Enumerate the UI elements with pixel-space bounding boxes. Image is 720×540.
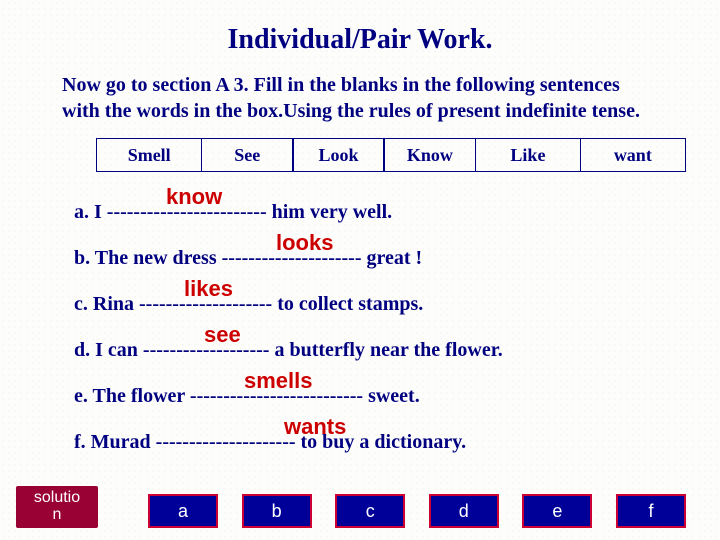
answer-e: smells	[244, 368, 313, 394]
word-look: Look	[292, 138, 385, 172]
answer-f: wants	[284, 414, 346, 440]
sentence-b-text: b. The new dress --------------------- g…	[74, 247, 422, 270]
word-know: Know	[383, 138, 476, 172]
solution-button[interactable]: solutio n	[16, 486, 98, 528]
word-like: Like	[475, 138, 581, 172]
word-see: See	[201, 138, 294, 172]
word-smell: Smell	[96, 138, 202, 172]
sentence-b: b. The new dress --------------------- g…	[74, 228, 682, 274]
answer-button-f[interactable]: f	[616, 494, 686, 528]
sentence-c-text: c. Rina -------------------- to collect …	[74, 293, 423, 316]
sentence-a: a. I ------------------------ him very w…	[74, 182, 682, 228]
answer-b: looks	[276, 230, 333, 256]
answer-a: know	[166, 184, 222, 210]
solution-button-label: solutio n	[34, 490, 80, 524]
sentence-d: d. I can ------------------- a butterfly…	[74, 320, 682, 366]
sentence-d-text: d. I can ------------------- a butterfly…	[74, 339, 503, 362]
answer-button-e[interactable]: e	[522, 494, 592, 528]
sentence-f-text: f. Murad --------------------- to buy a …	[74, 431, 466, 454]
sentence-f: f. Murad --------------------- to buy a …	[74, 412, 682, 458]
sentence-c: c. Rina -------------------- to collect …	[74, 274, 682, 320]
answer-d: see	[204, 322, 241, 348]
page-title: Individual/Pair Work.	[0, 0, 720, 72]
answer-c: likes	[184, 276, 233, 302]
sentence-list: a. I ------------------------ him very w…	[74, 182, 682, 458]
instructions-text: Now go to section A 3. Fill in the blank…	[0, 72, 720, 138]
word-want: want	[580, 138, 686, 172]
answer-button-row: a b c d e f	[148, 494, 686, 528]
sentence-a-text: a. I ------------------------ him very w…	[74, 201, 392, 224]
sentence-e: e. The flower --------------------------…	[74, 366, 682, 412]
answer-button-b[interactable]: b	[242, 494, 312, 528]
answer-button-c[interactable]: c	[335, 494, 405, 528]
answer-button-d[interactable]: d	[429, 494, 499, 528]
word-box: Smell See Look Know Like want	[96, 138, 686, 172]
answer-button-a[interactable]: a	[148, 494, 218, 528]
